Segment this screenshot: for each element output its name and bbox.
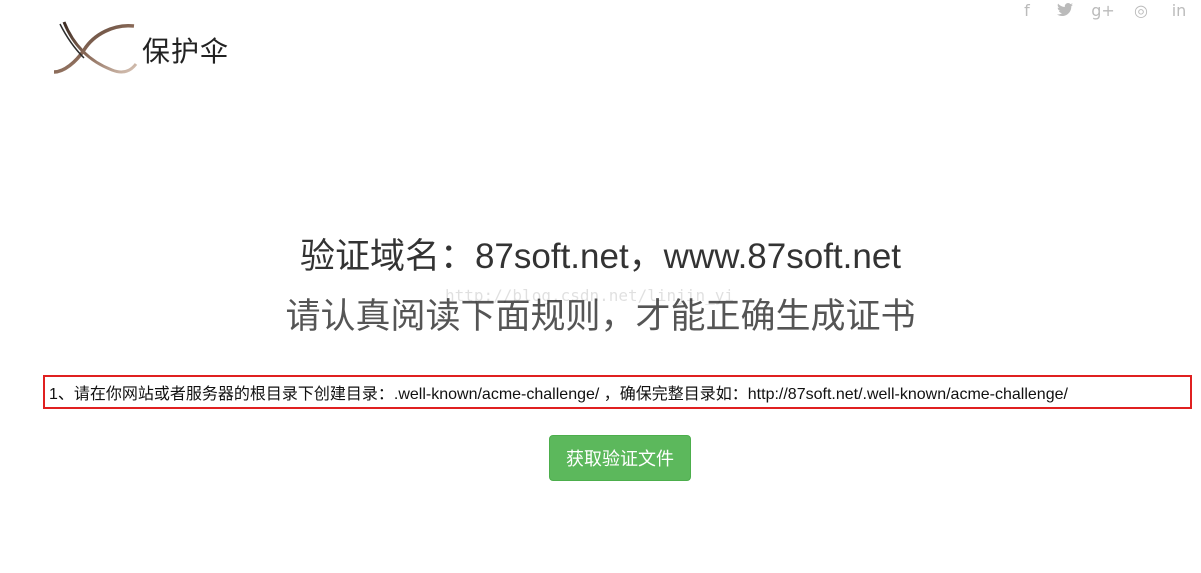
linkedin-icon[interactable]: in [1169,0,1189,20]
facebook-icon[interactable]: f [1017,0,1037,20]
logo-mark-icon [53,21,138,74]
logo-text: 保护伞 [142,35,230,68]
instruction-text: 1、请在你网站或者服务器的根目录下创建目录：.well-known/acme-c… [49,386,1068,403]
instruction-step-1: 1、请在你网站或者服务器的根目录下创建目录：.well-known/acme-c… [43,375,1192,409]
logo[interactable]: 保护伞 [50,18,250,80]
page: 保护伞 f g+ ◎ in 验证域名：87soft.net，www.87soft… [0,0,1201,573]
social-links: f g+ ◎ in [1017,0,1189,20]
google-plus-icon[interactable]: g+ [1091,0,1115,20]
twitter-icon[interactable] [1055,0,1075,20]
watermark: http://blog.csdn.net/linjin_yi [445,286,734,305]
dribbble-icon[interactable]: ◎ [1131,0,1151,20]
domain-title: 验证域名：87soft.net，www.87soft.net [299,237,902,276]
get-verification-file-button[interactable]: 获取验证文件 [549,435,691,481]
